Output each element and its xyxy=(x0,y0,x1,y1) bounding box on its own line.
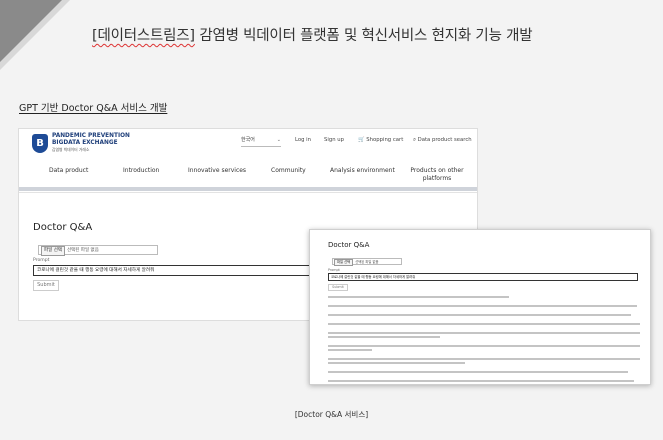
file-select-button[interactable]: 파일 선택 xyxy=(41,246,65,256)
file-input-zoom[interactable]: 파일 선택 선택된 파일 없음 xyxy=(332,258,402,266)
answer-line xyxy=(328,358,640,360)
slide-title-brand: [데이터스트림즈] xyxy=(92,28,195,44)
answer-line xyxy=(328,296,509,298)
file-status-zoom: 선택된 파일 없음 xyxy=(355,260,379,264)
logo-subtitle: 감염병 빅데이터 거래소 xyxy=(52,147,90,152)
doctor-qa-title: Doctor Q&A xyxy=(33,222,93,233)
answer-line xyxy=(328,345,640,347)
figure-caption: [Doctor Q&A 서비스] xyxy=(294,410,369,419)
shield-logo-icon[interactable]: B xyxy=(32,134,48,153)
file-input[interactable]: 파일 선택 선택된 파일 없음 xyxy=(38,245,158,256)
file-select-button-zoom[interactable]: 파일 선택 xyxy=(334,259,354,266)
logo-title-line1: PANDEMIC PREVENTION xyxy=(52,133,130,139)
answer-line xyxy=(328,314,631,316)
result-screenshot: Doctor Q&A 파일 선택 선택된 파일 없음 Prompt 코로나에 걸린… xyxy=(309,229,651,385)
answer-line xyxy=(328,349,372,351)
submit-button-zoom[interactable]: Submit xyxy=(328,284,348,291)
language-value: 한국어 xyxy=(241,137,255,143)
language-select[interactable]: 한국어 ⌄ xyxy=(241,136,281,147)
search-icon: ⌕ xyxy=(413,137,416,143)
prompt-label-zoom: Prompt xyxy=(328,268,340,272)
answer-line xyxy=(328,371,628,373)
answer-line xyxy=(328,332,640,334)
answer-line xyxy=(328,380,634,382)
nav-introduction[interactable]: Introduction xyxy=(123,167,159,175)
search-link[interactable]: ⌕ Data product search xyxy=(413,137,472,144)
site-header: B PANDEMIC PREVENTION BIGDATA EXCHANGE 감… xyxy=(19,129,477,156)
cart-link[interactable]: 🛒 Shopping cart xyxy=(358,137,403,143)
file-status: 선택된 파일 없음 xyxy=(67,248,99,253)
logo-title-line2: BIGDATA EXCHANGE xyxy=(52,140,118,146)
cart-label: Shopping cart xyxy=(366,137,404,143)
prompt-label: Prompt xyxy=(33,258,50,263)
search-label: Data product search xyxy=(417,137,472,143)
nav-data-product[interactable]: Data product xyxy=(49,167,88,175)
answer-line xyxy=(328,323,640,325)
corner-decoration-dark xyxy=(0,0,62,62)
answer-line xyxy=(328,362,466,364)
banner-strip xyxy=(19,187,477,191)
chevron-down-icon: ⌄ xyxy=(276,137,281,143)
nav-other-platforms[interactable]: Products on other platforms xyxy=(406,167,468,183)
slide-title-text: 감염병 빅데이터 플랫폼 및 혁신서비스 현지화 기능 개발 xyxy=(194,28,533,44)
nav-community[interactable]: Community xyxy=(271,167,306,175)
answer-text-block xyxy=(328,296,640,384)
nav-analysis-environment[interactable]: Analysis environment xyxy=(330,167,395,175)
submit-button[interactable]: Submit xyxy=(33,280,59,291)
cart-icon: 🛒 xyxy=(358,137,365,143)
answer-line xyxy=(328,305,637,307)
slide-title: [데이터스트림즈] 감염병 빅데이터 플랫폼 및 혁신서비스 현지화 기능 개발 xyxy=(92,24,533,45)
signup-link[interactable]: Sign up xyxy=(324,137,344,143)
doctor-qa-title-zoom: Doctor Q&A xyxy=(328,241,370,249)
section-label: GPT 기반 Doctor Q&A 서비스 개발 xyxy=(19,103,168,114)
nav-innovative-services[interactable]: Innovative services xyxy=(188,167,246,175)
prompt-input-zoom[interactable]: 코로나에 걸린것 같을 때 행동 요령에 대해서 자세하게 알려줘 xyxy=(328,273,638,281)
answer-line xyxy=(328,336,441,338)
login-link[interactable]: Log in xyxy=(295,137,311,143)
